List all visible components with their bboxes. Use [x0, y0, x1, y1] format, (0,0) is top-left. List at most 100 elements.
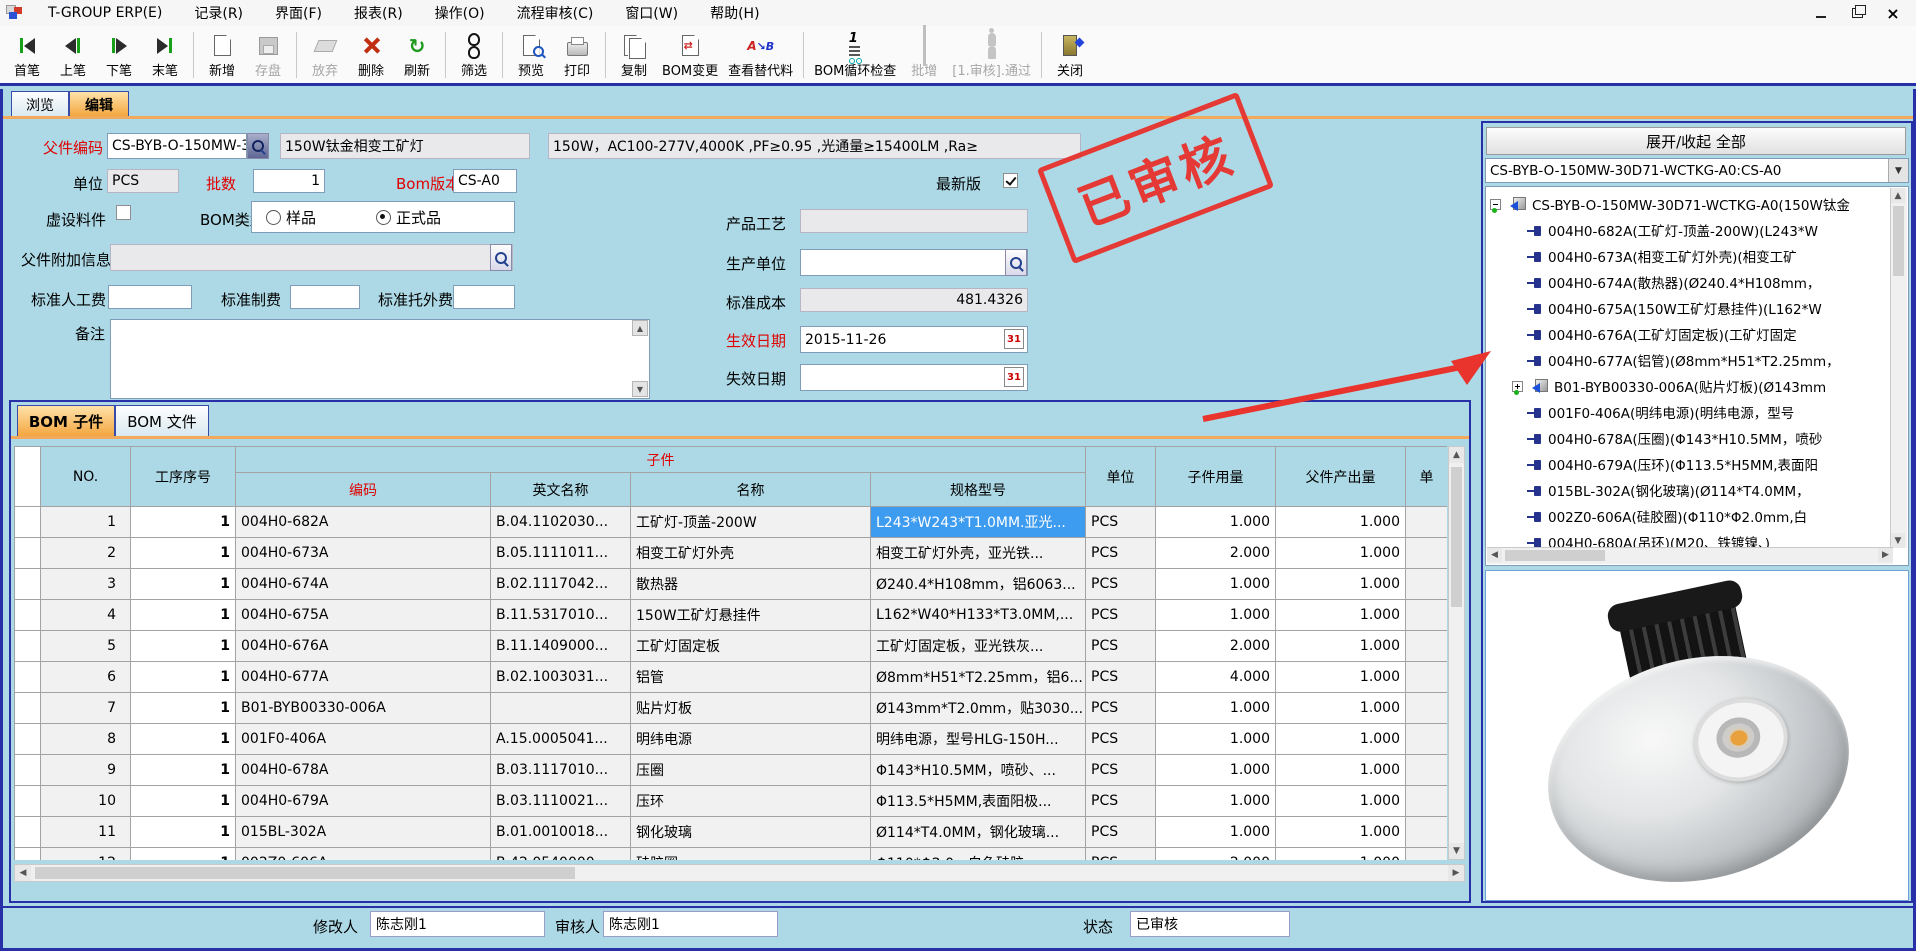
- out-cell[interactable]: 1.000: [1276, 507, 1406, 538]
- extra-cell[interactable]: [1406, 755, 1448, 786]
- table-horizontal-scrollbar[interactable]: ◀ ▶: [14, 864, 1465, 882]
- new-button[interactable]: 新增: [199, 29, 245, 81]
- tab-browse[interactable]: 浏览: [11, 91, 69, 117]
- en-name-cell[interactable]: B.03.1117010...: [491, 755, 631, 786]
- qty-cell[interactable]: 1.000: [1156, 507, 1276, 538]
- tree-item[interactable]: 004H0-675A(150W工矿灯悬挂件)(L162*W: [1488, 295, 1876, 321]
- no-cell[interactable]: 7: [41, 693, 131, 724]
- out-cell[interactable]: 1.000: [1276, 662, 1406, 693]
- expire-date-input[interactable]: [800, 364, 1028, 391]
- row-selector-cell[interactable]: [15, 538, 41, 569]
- seq-cell[interactable]: 1: [131, 693, 236, 724]
- code-cell[interactable]: 004H0-674A: [236, 569, 491, 600]
- bom-type-formal-option[interactable]: 正式品: [376, 207, 441, 228]
- en-name-cell[interactable]: B.02.1117042...: [491, 569, 631, 600]
- qty-cell[interactable]: 1.000: [1156, 693, 1276, 724]
- tree-item[interactable]: 004H0-677A(铝管)(Ø8mm*H51*T2.25mm，: [1488, 347, 1876, 373]
- menu-item[interactable]: 帮助(H): [694, 0, 775, 26]
- copy-button[interactable]: 复制: [611, 29, 657, 81]
- prod-unit-lookup-button[interactable]: [1005, 249, 1027, 276]
- name-cell[interactable]: 硅胶圈: [631, 848, 871, 861]
- en-name-cell[interactable]: B.01.0010018...: [491, 817, 631, 848]
- next-record-button[interactable]: 下笔: [96, 29, 142, 81]
- expand-collapse-all-button[interactable]: 展开/收起 全部: [1486, 127, 1906, 155]
- no-cell[interactable]: 10: [41, 786, 131, 817]
- no-cell[interactable]: 8: [41, 724, 131, 755]
- spec-cell[interactable]: L162*W40*H133*T3.0MM,...: [871, 600, 1086, 631]
- unit-cell[interactable]: PCS: [1086, 817, 1156, 848]
- code-cell[interactable]: 004H0-677A: [236, 662, 491, 693]
- no-cell[interactable]: 2: [41, 538, 131, 569]
- audited-by-field[interactable]: 陈志刚1: [603, 911, 778, 937]
- scroll-left-icon[interactable]: ◀: [1487, 548, 1502, 562]
- unit-cell[interactable]: PCS: [1086, 507, 1156, 538]
- extra-cell[interactable]: [1406, 786, 1448, 817]
- unit-cell[interactable]: PCS: [1086, 600, 1156, 631]
- prod-unit-input[interactable]: [800, 249, 1028, 276]
- scroll-left-icon[interactable]: ◀: [15, 865, 31, 881]
- tab-bom-files[interactable]: BOM 文件: [115, 405, 209, 437]
- out-cell[interactable]: 1.000: [1276, 848, 1406, 861]
- seq-cell[interactable]: 1: [131, 755, 236, 786]
- unit-cell[interactable]: PCS: [1086, 569, 1156, 600]
- tree-item[interactable]: 001F0-406A(明纬电源)(明纬电源，型号: [1488, 399, 1876, 425]
- en-name-cell[interactable]: B.11.1409000...: [491, 631, 631, 662]
- no-cell[interactable]: 12: [41, 848, 131, 861]
- extra-cell[interactable]: [1406, 569, 1448, 600]
- row-selector-cell[interactable]: [15, 569, 41, 600]
- labor-cost-input[interactable]: [108, 285, 192, 309]
- name-cell[interactable]: 工矿灯固定板: [631, 631, 871, 662]
- menu-item[interactable]: 窗口(W): [609, 0, 694, 26]
- seq-cell[interactable]: 1: [131, 724, 236, 755]
- seq-cell[interactable]: 1: [131, 569, 236, 600]
- row-selector-cell[interactable]: [15, 693, 41, 724]
- batch-add-button[interactable]: 批增: [901, 29, 947, 81]
- remark-scroll-down-button[interactable]: ▼: [632, 381, 648, 397]
- tree-item[interactable]: B01-BYB00330-006A(贴片灯板)(Ø143mm: [1488, 373, 1876, 399]
- code-cell[interactable]: 004H0-682A: [236, 507, 491, 538]
- print-button[interactable]: 打印: [554, 29, 600, 81]
- out-cell[interactable]: 1.000: [1276, 538, 1406, 569]
- en-name-cell[interactable]: B.02.1003031...: [491, 662, 631, 693]
- qty-cell[interactable]: 2.000: [1156, 631, 1276, 662]
- restore-button[interactable]: [1844, 3, 1870, 23]
- tree-item[interactable]: 004H0-674A(散热器)(Ø240.4*H108mm，: [1488, 269, 1876, 295]
- tree-item[interactable]: 004H0-680A(吊环)(M20、铁镀镍、): [1488, 529, 1876, 547]
- close-button[interactable]: ×: [1880, 3, 1906, 23]
- no-cell[interactable]: 3: [41, 569, 131, 600]
- bom-type-sample-option[interactable]: 样品: [266, 207, 316, 228]
- spec-cell[interactable]: Ø143mm*T2.0mm，贴3030...: [871, 693, 1086, 724]
- latest-version-checkbox[interactable]: [1003, 173, 1018, 188]
- modified-by-field[interactable]: 陈志刚1: [370, 911, 545, 937]
- row-selector-cell[interactable]: [15, 755, 41, 786]
- last-record-button[interactable]: 末笔: [142, 29, 188, 81]
- no-cell[interactable]: 5: [41, 631, 131, 662]
- first-record-button[interactable]: 首笔: [4, 29, 50, 81]
- effective-calendar-button[interactable]: [1004, 329, 1024, 349]
- qty-cell[interactable]: 4.000: [1156, 662, 1276, 693]
- qty-cell[interactable]: 1.000: [1156, 755, 1276, 786]
- no-cell[interactable]: 4: [41, 600, 131, 631]
- save-button[interactable]: 存盘: [245, 29, 291, 81]
- en-name-cell[interactable]: B.03.1110021...: [491, 786, 631, 817]
- code-cell[interactable]: B01-BYB00330-006A: [236, 693, 491, 724]
- extra-cell[interactable]: [1406, 600, 1448, 631]
- extra-info-lookup-button[interactable]: [490, 244, 512, 271]
- table-vertical-scrollbar[interactable]: ▲ ▼: [1448, 446, 1465, 860]
- scroll-up-icon[interactable]: ▲: [1891, 188, 1905, 203]
- spec-cell[interactable]: Φ113.5*H5MM,表面阳极...: [871, 786, 1086, 817]
- en-name-cell[interactable]: B.42.0540000...: [491, 848, 631, 861]
- bom-version-select[interactable]: CS-BYB-O-150MW-30D71-WCTKG-A0:CS-A0 ▼: [1485, 158, 1909, 183]
- menu-item[interactable]: T-GROUP ERP(E): [32, 0, 178, 26]
- menu-item[interactable]: 操作(O): [419, 0, 501, 26]
- close-form-button[interactable]: 关闭: [1047, 29, 1093, 81]
- extra-cell[interactable]: [1406, 693, 1448, 724]
- row-selector-cell[interactable]: [15, 786, 41, 817]
- bom-cycle-check-button[interactable]: BOM循环检查: [809, 29, 901, 81]
- name-cell[interactable]: 铝管: [631, 662, 871, 693]
- out-cell[interactable]: 1.000: [1276, 569, 1406, 600]
- extra-cell[interactable]: [1406, 538, 1448, 569]
- menu-item[interactable]: 报表(R): [338, 0, 419, 26]
- tree-item[interactable]: 002Z0-606A(硅胶圈)(Φ110*Φ2.0mm,白: [1488, 503, 1876, 529]
- out-cell[interactable]: 1.000: [1276, 693, 1406, 724]
